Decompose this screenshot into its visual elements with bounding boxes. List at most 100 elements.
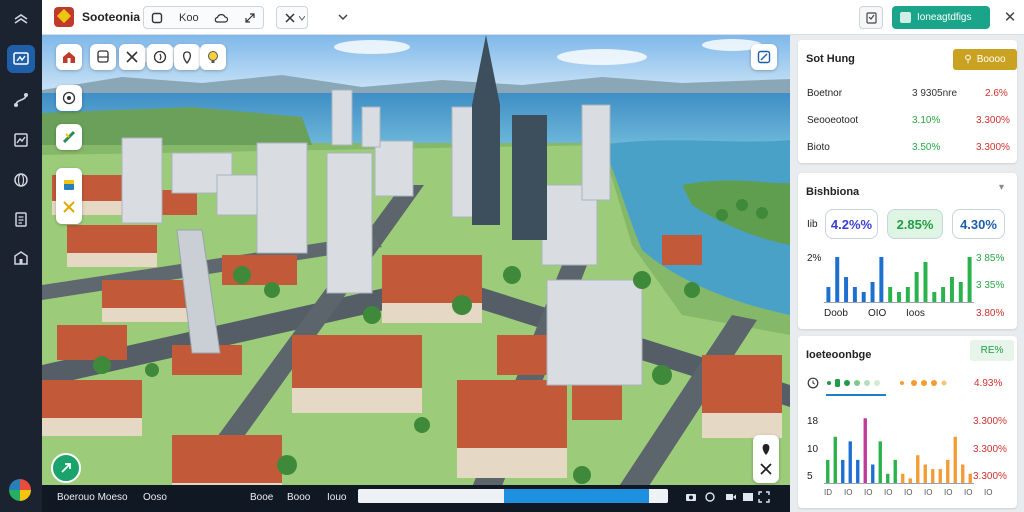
chart-bar [826,287,831,302]
map-settings-icon[interactable] [751,44,777,70]
map-dashboard-icon[interactable] [7,45,35,73]
set-card-button[interactable]: ⚲ Boooo [953,49,1017,70]
trend-x-axis: ID IO IO IO IO IO IO IO IO [824,488,1009,500]
stats-bar-chart [824,257,974,303]
city-scene [42,35,790,512]
browser-icon[interactable] [9,479,31,501]
chart1-x-label: Doob [824,308,848,319]
timeline-bar: Boerouo Moeso Ooso Booe Booo Iouo [42,485,790,512]
legend-dots-orange [900,380,947,386]
primary-action-button[interactable]: Ioneagtdfigs [892,6,990,29]
clear-dropdown[interactable] [276,6,308,29]
toolbar-group: Koo [143,6,264,29]
trend-y-label: 18 [807,416,819,427]
collapse-card-icon[interactable]: ▾ [999,182,1004,193]
set-row-label: Seooeotoot [807,115,859,126]
top-bar: Sooteonia Koo Ioneagtdfigs ✕ [42,0,1024,35]
chevron-down-icon[interactable] [337,9,349,27]
chart-bar [908,478,912,483]
stat-pill[interactable]: 4.30% [952,209,1005,239]
chart-bar [946,459,950,483]
close-tool-icon[interactable] [119,44,145,70]
trend-x-label: IO [924,488,933,497]
compass-icon[interactable] [147,44,173,70]
stats-right-value: 3 85% [976,253,1005,264]
app-title: Sooteonia [82,10,141,24]
pin-marker-icon[interactable] [753,435,779,483]
image-icon[interactable] [742,491,754,503]
camera-icon[interactable] [685,491,697,503]
chart-bar [835,257,840,302]
set-row-value2: 3.300% [976,115,1010,126]
stat-pill[interactable]: 2.85% [887,209,943,239]
globe-icon[interactable] [7,166,35,194]
chart-bar [888,287,893,302]
trend-right-value: 3.300% [973,471,1007,482]
expand-icon[interactable] [242,10,258,26]
clipboard-icon[interactable] [859,6,883,29]
report-icon[interactable] [7,205,35,233]
chart-bar [953,436,957,483]
set-card: Sot Hung ⚲ Boooo Boetnor 3 9305nre 2.6% … [798,40,1017,163]
legend-icon[interactable] [56,168,82,224]
trend-bar-chart [824,418,974,484]
chart-bar [878,441,882,483]
trend-y-label: 5 [807,471,813,482]
chart-bar [916,455,920,483]
trend-badge[interactable]: RE% [970,340,1014,361]
set-row-value1: 3.50% [912,142,941,153]
stats-row-prefix: Iib [807,219,818,230]
left-rail [0,0,42,512]
collapse-icon[interactable] [7,5,35,33]
chart-bar [863,418,867,483]
cloud-icon[interactable] [213,10,229,26]
square-tool-icon[interactable] [149,10,165,26]
timeline-mid-label: Ooso [143,492,167,503]
trend-x-label: IO [884,488,893,497]
set-row-value2: 2.6% [985,88,1008,99]
record-icon[interactable] [704,491,716,503]
bus-icon[interactable] [90,44,116,70]
legend-dots [827,379,880,387]
house-icon[interactable] [56,44,82,70]
chart-bar [841,459,845,483]
analytics-icon[interactable] [7,126,35,154]
chart-bar [968,473,972,483]
measure-icon[interactable] [56,124,82,150]
set-card-title: Sot Hung [806,53,855,65]
chart-bar [844,277,849,302]
trend-x-label: IO [904,488,913,497]
toolbar-label[interactable]: Koo [179,12,199,24]
building-icon[interactable] [7,244,35,272]
chart-bar [826,459,830,483]
chart-bar [897,292,901,302]
map-viewport[interactable] [42,35,790,512]
chart-bar [848,441,852,483]
stat-pill[interactable]: 4.2%% [825,209,878,239]
right-panel: Sot Hung ⚲ Boooo Boetnor 3 9305nre 2.6% … [790,35,1024,512]
pin-icon[interactable] [174,44,200,70]
route-icon[interactable] [7,86,35,114]
timeline-scrubber[interactable] [358,489,668,503]
chart-bar [893,459,897,483]
chart-bar [901,473,905,483]
primary-button-label: Ioneagtdfigs [917,12,972,23]
timeline-track-label-c: Iouo [327,492,347,503]
chart-bar [861,292,866,302]
close-icon[interactable]: ✕ [1001,8,1019,26]
chart-bar [923,464,927,483]
trend-card-title: Ioeteoonbge [806,349,872,361]
fullscreen-icon[interactable] [758,491,770,503]
set-row-label: Bioto [807,142,830,153]
chart-bar [914,272,919,302]
chart-bar [923,262,928,302]
chart-bar [879,257,884,302]
navigation-icon[interactable] [51,453,81,483]
trend-right-value: 3.300% [973,416,1007,427]
chart-bar [938,469,942,483]
trend-legend-value: 4.93% [974,378,1003,389]
lamp-icon[interactable] [200,44,226,70]
layers-icon[interactable] [56,85,82,111]
trend-x-label: IO [964,488,973,497]
video-icon[interactable] [725,491,737,503]
